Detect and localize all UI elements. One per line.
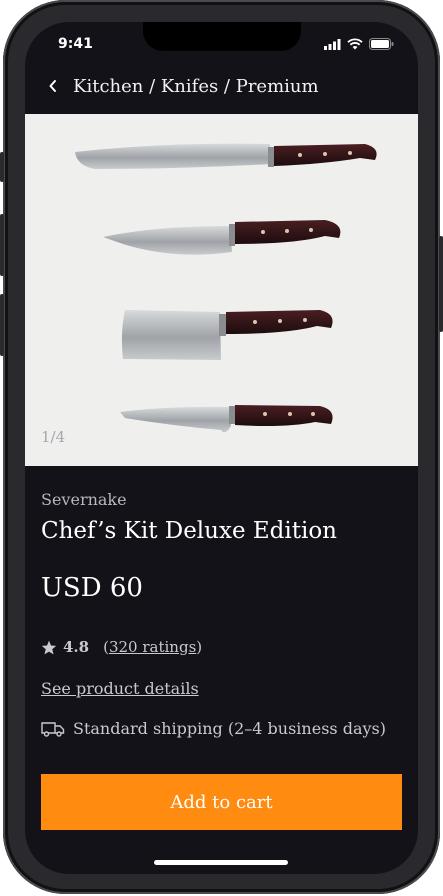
product-title: Chef’s Kit Deluxe Edition bbox=[41, 518, 337, 544]
wifi-icon bbox=[347, 38, 363, 50]
chefs-knife bbox=[103, 220, 341, 255]
battery-icon bbox=[369, 38, 394, 50]
rating-score: 4.8 bbox=[63, 638, 90, 656]
product-image[interactable] bbox=[25, 114, 418, 466]
notch bbox=[143, 22, 301, 51]
back-button[interactable] bbox=[41, 74, 65, 98]
add-to-cart-button[interactable]: Add to cart bbox=[41, 774, 402, 830]
brand-name: Severnake bbox=[41, 490, 127, 509]
volume-up-button bbox=[0, 214, 4, 276]
shipping-text: Standard shipping (2–4 business days) bbox=[73, 719, 386, 738]
ratings-link[interactable]: 320 ratings bbox=[109, 638, 196, 656]
rating-row: 4.8 (320 ratings) bbox=[41, 638, 202, 656]
power-button bbox=[439, 236, 443, 332]
signal-icon bbox=[324, 38, 341, 50]
status-icons bbox=[324, 38, 394, 50]
home-indicator[interactable] bbox=[154, 860, 288, 865]
chevron-left-icon bbox=[49, 80, 56, 92]
gallery-counter: 1/4 bbox=[41, 428, 66, 446]
screen: 9:41 Kitchen / Knifes / Premium 1/4 Seve… bbox=[25, 22, 418, 874]
knife-set-image bbox=[75, 143, 377, 433]
silent-switch bbox=[0, 152, 4, 182]
breadcrumb-nav: Kitchen / Knifes / Premium bbox=[41, 74, 319, 98]
volume-down-button bbox=[0, 294, 4, 356]
slicer-knife bbox=[75, 143, 377, 169]
product-details-link[interactable]: See product details bbox=[41, 679, 199, 698]
star-icon bbox=[41, 640, 57, 654]
cleaver-knife bbox=[121, 310, 333, 360]
breadcrumb[interactable]: Kitchen / Knifes / Premium bbox=[73, 76, 319, 97]
truck-icon bbox=[41, 721, 65, 737]
ratings-close-paren: ) bbox=[196, 638, 203, 656]
status-time: 9:41 bbox=[58, 36, 93, 52]
boning-knife bbox=[120, 405, 333, 433]
shipping-info: Standard shipping (2–4 business days) bbox=[41, 719, 386, 738]
product-price: USD 60 bbox=[41, 573, 143, 603]
